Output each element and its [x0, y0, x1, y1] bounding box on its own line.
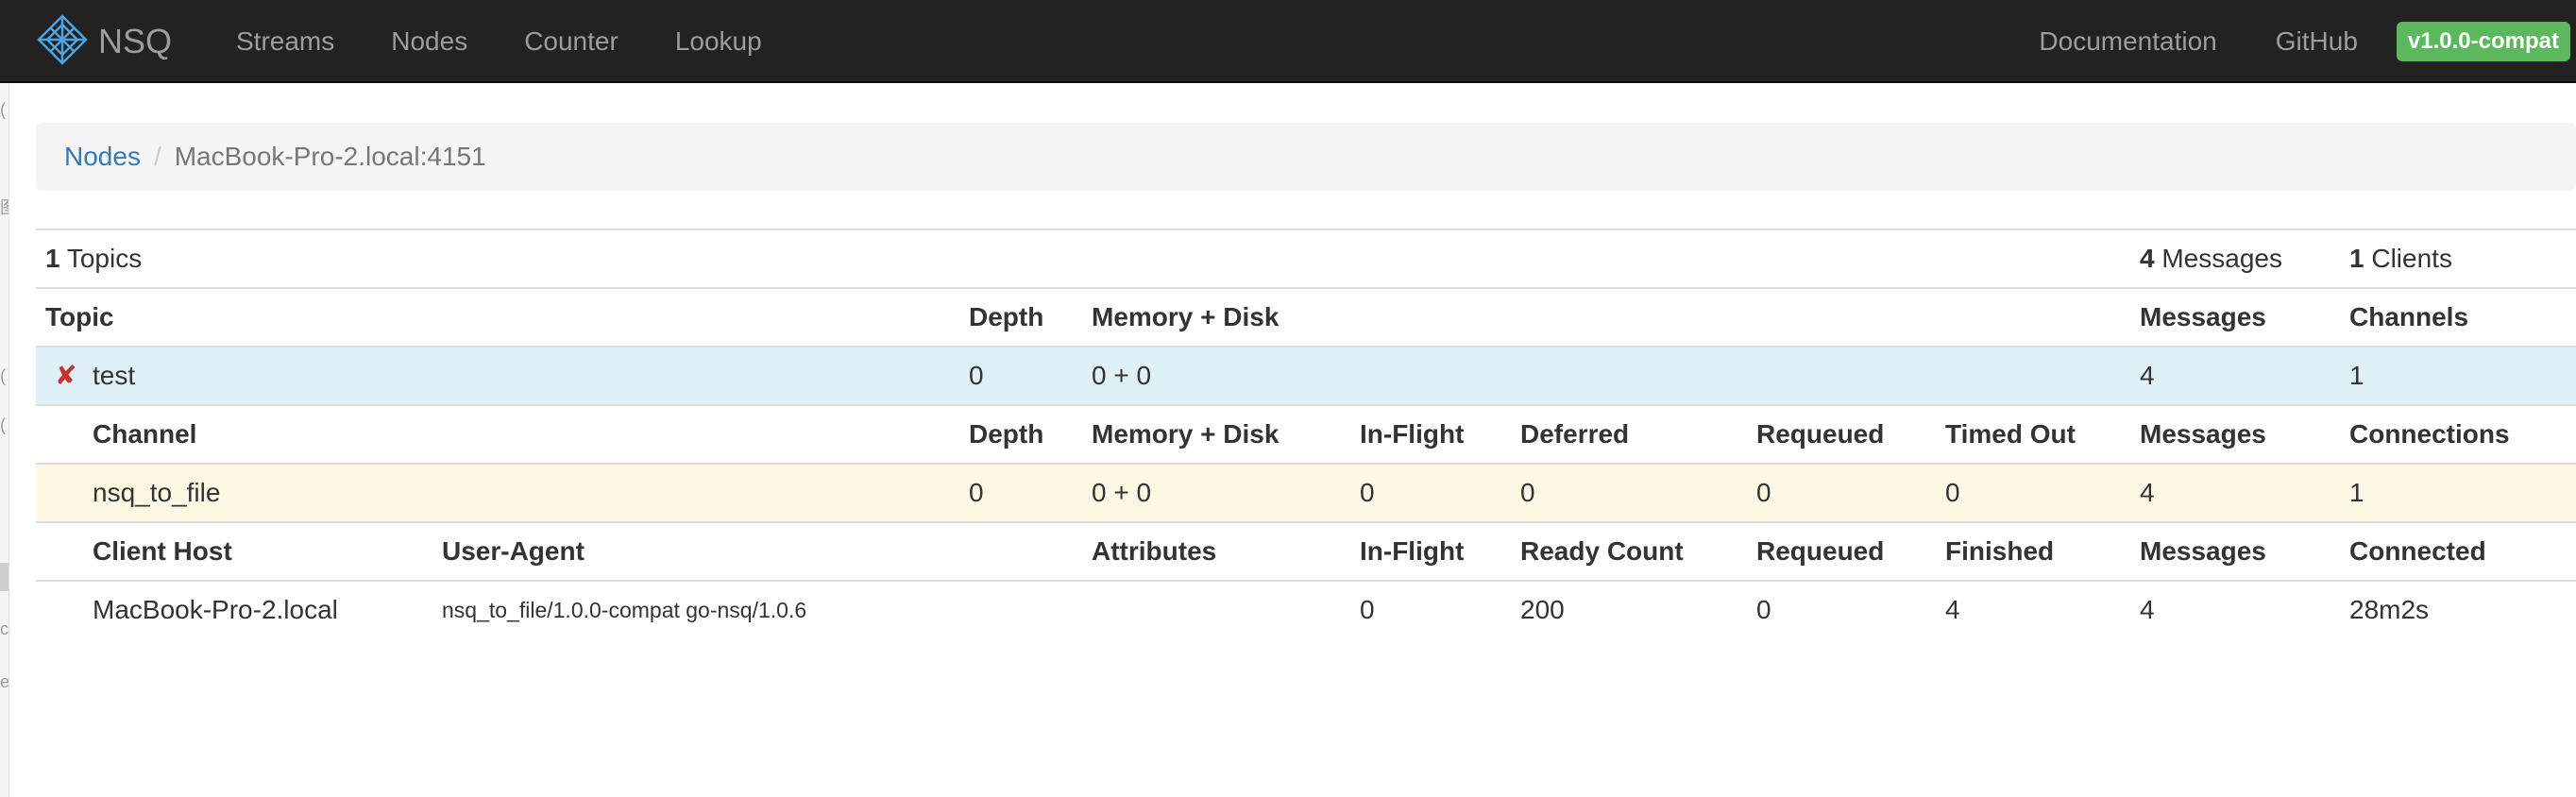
client-row: MacBook-Pro-2.local nsq_to_file/1.0.0-co… [36, 580, 2576, 638]
topics-label: Topics [59, 244, 143, 273]
col-channel-connections: Connections [2349, 419, 2510, 449]
version-badge: v1.0.0-compat [2396, 22, 2570, 61]
col-channel-requeued: Requeued [1756, 419, 1885, 449]
channel-connections: 1 [2349, 478, 2364, 507]
brand[interactable]: NSQ [36, 0, 172, 83]
clients-summary: 1 Clients [2349, 230, 2452, 287]
channel-timed-out: 0 [1945, 478, 1960, 507]
nav-counter[interactable]: Counter [496, 26, 647, 57]
col-channel-timed-out: Timed Out [1945, 419, 2076, 449]
col-client-requeued: Requeued [1756, 536, 1885, 566]
topic-messages: 4 [2140, 361, 2155, 390]
summary-row: 1 Topics 4 Messages 1 Clients [36, 229, 2576, 287]
nav-lookup[interactable]: Lookup [647, 26, 790, 57]
delete-topic-icon[interactable]: ✘ [55, 348, 76, 404]
nav-github[interactable]: GitHub [2246, 26, 2387, 57]
col-depth: Depth [969, 302, 1044, 331]
clients-count: 1 [2349, 244, 2364, 273]
channel-depth: 0 [969, 478, 984, 507]
col-channel-memory-disk: Memory + Disk [1092, 419, 1280, 449]
client-finished: 4 [1945, 595, 1960, 624]
client-in-flight: 0 [1360, 595, 1375, 624]
messages-count: 4 [2140, 244, 2155, 273]
channel-header-row: Channel Depth Memory + Disk In-Flight De… [36, 404, 2576, 463]
channel-deferred: 0 [1520, 478, 1535, 507]
breadcrumb-separator: / [153, 142, 161, 171]
col-client-host: Client Host [93, 536, 232, 566]
client-header-row: Client Host User-Agent Attributes In-Fli… [36, 521, 2576, 580]
topic-row: ✘ test 0 0 + 0 4 1 [36, 346, 2576, 404]
col-ready-count: Ready Count [1520, 536, 1684, 566]
client-ready-count: 200 [1520, 595, 1565, 624]
channel-requeued: 0 [1756, 478, 1771, 507]
breadcrumb-nodes-link[interactable]: Nodes [64, 142, 141, 172]
col-client-in-flight: In-Flight [1360, 536, 1465, 566]
col-user-agent: User-Agent [442, 536, 585, 566]
topic-memory-disk: 0 + 0 [1092, 361, 1152, 390]
col-memory-disk: Memory + Disk [1092, 302, 1280, 331]
topics-summary: 1 Topics [45, 230, 142, 287]
col-channel-messages: Messages [2140, 419, 2266, 449]
breadcrumb: Nodes / MacBook-Pro-2.local:4151 [36, 123, 2576, 191]
col-topic: Topic [45, 302, 114, 331]
topic-name[interactable]: test [93, 348, 135, 404]
client-requeued: 0 [1756, 595, 1771, 624]
nav-streams[interactable]: Streams [208, 26, 363, 57]
messages-label: Messages [2154, 244, 2282, 273]
right-nav: Documentation GitHub v1.0.0-compat [2009, 0, 2576, 83]
nsq-logo-icon [36, 13, 89, 71]
col-messages: Messages [2140, 302, 2266, 331]
col-channel-deferred: Deferred [1520, 419, 1630, 449]
col-connected: Connected [2349, 536, 2486, 566]
main-nav: Streams Nodes Counter Lookup [208, 0, 790, 83]
col-attributes: Attributes [1092, 536, 1217, 566]
top-navbar: NSQ Streams Nodes Counter Lookup Documen… [0, 0, 2576, 83]
col-finished: Finished [1945, 536, 2055, 566]
nav-documentation[interactable]: Documentation [2009, 26, 2246, 57]
channel-messages: 4 [2140, 478, 2155, 507]
channel-name[interactable]: nsq_to_file [93, 465, 220, 521]
channel-in-flight: 0 [1360, 478, 1375, 507]
nav-nodes[interactable]: Nodes [363, 26, 496, 57]
client-messages: 4 [2140, 595, 2155, 624]
clients-label: Clients [2364, 244, 2452, 273]
topic-header-row: Topic Depth Memory + Disk Messages Chann… [36, 287, 2576, 346]
col-channels: Channels [2349, 302, 2469, 331]
channel-memory-disk: 0 + 0 [1092, 478, 1152, 507]
col-channel: Channel [93, 419, 197, 449]
client-user-agent: nsq_to_file/1.0.0-compat go-nsq/1.0.6 [442, 598, 807, 622]
topics-count: 1 [45, 244, 60, 273]
col-client-messages: Messages [2140, 536, 2266, 566]
col-channel-depth: Depth [969, 419, 1044, 449]
col-channel-in-flight: In-Flight [1360, 419, 1465, 449]
channel-row: nsq_to_file 0 0 + 0 0 0 0 0 4 1 [36, 463, 2576, 521]
brand-name: NSQ [98, 22, 173, 60]
breadcrumb-current: MacBook-Pro-2.local:4151 [174, 142, 486, 171]
node-detail-table: 1 Topics 4 Messages 1 Clients Topic Dept… [36, 229, 2576, 638]
client-connected: 28m2s [2349, 595, 2430, 624]
topic-channels: 1 [2349, 361, 2364, 390]
background-window-strip: ( 图 ( ( c e [0, 83, 9, 797]
topic-depth: 0 [969, 361, 984, 390]
messages-summary: 4 Messages [2140, 230, 2282, 287]
client-host: MacBook-Pro-2.local [93, 595, 338, 624]
